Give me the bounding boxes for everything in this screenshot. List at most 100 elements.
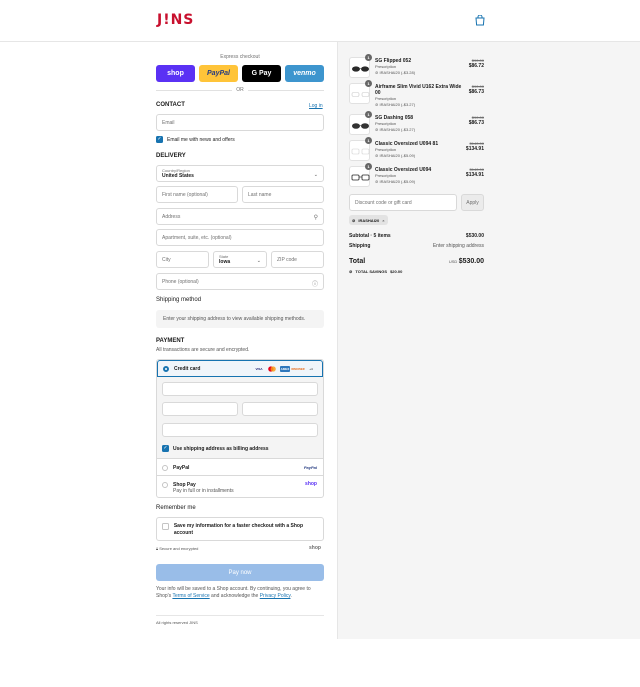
jins-logo[interactable]: J!NS [157, 12, 194, 28]
remember-label: Save my information for a faster checkou… [173, 523, 304, 536]
item-price-new: $134.91 [465, 146, 484, 152]
or-divider: OR [156, 86, 324, 94]
email-field[interactable]: Email [156, 114, 324, 131]
item-type: Prescription [375, 147, 397, 152]
phone-field[interactable]: Phone (optional) ⓘ [156, 273, 324, 290]
shop-pay-sub: Pay in full or in installments [173, 488, 234, 494]
pay-now-button[interactable]: Pay now [156, 564, 324, 581]
total-row: Total USD $530.00 [349, 258, 484, 265]
savings-value: $20.00 [390, 269, 403, 274]
tag-icon: ⊘ [375, 70, 379, 75]
state-select[interactable]: State Iowa ⌄ [213, 251, 267, 268]
security-code-field[interactable] [242, 402, 318, 416]
card-number-field[interactable] [162, 382, 318, 396]
google-pay-button[interactable]: G Pay [242, 65, 281, 82]
item-type: Prescription [375, 121, 397, 126]
credit-card-form: ✓ Use shipping address as billing addres… [157, 377, 323, 458]
shop-logo: shop [309, 545, 321, 551]
item-price: $90.00 $86.73 [469, 115, 484, 126]
shop-pay-option[interactable]: Shop Pay Pay in full or in installments … [157, 475, 323, 497]
expiration-field[interactable] [162, 402, 238, 416]
contact-title: CONTACT [156, 102, 185, 108]
help-icon[interactable]: ⓘ [312, 279, 318, 288]
address-field[interactable]: Address ⚲ [156, 208, 324, 225]
legal-text: Your info will be saved to a Shop accoun… [156, 586, 324, 600]
news-checkbox-row[interactable]: ✓ Email me with news and offers [156, 136, 235, 143]
privacy-link[interactable]: Privacy Policy [260, 593, 291, 599]
zip-field[interactable]: ZIP code [271, 251, 324, 268]
zip-placeholder: ZIP code [277, 256, 297, 263]
item-price: $140.00 $134.91 [466, 141, 484, 152]
item-discount-code: IRASHAI20 (-$3.27) [379, 127, 416, 132]
divider-line [247, 89, 324, 91]
credit-card-option[interactable]: Credit card VISA AMEX DISCOVER +4 [157, 360, 323, 377]
phone-placeholder: Phone (optional) [162, 278, 199, 285]
item-price: $90.00 $86.73 [469, 84, 484, 95]
tag-icon: ⊘ [375, 102, 379, 107]
radio-icon[interactable] [162, 482, 168, 488]
cart-item: 1 SG Dashing 058 Prescription ⊘ IRASHAI2… [349, 111, 484, 136]
paypal-button[interactable]: PayPal [199, 65, 238, 82]
paypal-option[interactable]: PayPal PayPal [157, 458, 323, 475]
item-discount: ⊘ IRASHAI20 (-$3.27) [375, 102, 415, 107]
more-cards-badge: +4 [309, 367, 313, 371]
item-discount-code: IRASHAI20 (-$3.28) [379, 70, 416, 75]
express-checkout-label: Express checkout [220, 54, 260, 60]
email-placeholder: Email [162, 119, 175, 126]
subtotal-value: $530.00 [465, 233, 484, 239]
name-on-card-field[interactable] [162, 423, 318, 437]
savings-label: TOTAL SAVINGS [355, 269, 388, 274]
item-price-new: $86.73 [468, 120, 484, 126]
apartment-field[interactable]: Apartment, suite, etc. (optional) [156, 229, 324, 246]
apply-button[interactable]: Apply [461, 194, 484, 211]
terms-link[interactable]: Terms of Service [172, 593, 209, 599]
remember-option[interactable]: Save my information for a faster checkou… [156, 517, 324, 541]
country-select[interactable]: Country/Region United States ⌄ [156, 165, 324, 182]
item-discount: ⊘ IRASHAI20 (-$3.28) [375, 70, 415, 75]
item-discount: ⊘ IRASHAI20 (-$3.27) [375, 127, 415, 132]
total-label: Total [349, 258, 366, 265]
tag-icon: ⊘ [349, 269, 353, 274]
item-type: Prescription [375, 64, 397, 69]
discount-code-input[interactable]: Discount code or gift card [349, 194, 457, 211]
city-placeholder: City [162, 256, 171, 263]
payment-options: Credit card VISA AMEX DISCOVER +4 ✓ Use … [156, 359, 324, 498]
mastercard-icon [267, 366, 277, 372]
radio-selected-icon[interactable] [163, 365, 169, 372]
remove-discount-icon[interactable]: × [382, 218, 384, 223]
paypal-logo: PayPal [303, 465, 317, 470]
address-placeholder: Address [162, 213, 181, 220]
card-logos: VISA AMEX DISCOVER +4 [254, 366, 316, 372]
bag-icon[interactable] [475, 15, 485, 26]
shipping-notice: Enter your shipping address to view avai… [156, 310, 324, 328]
radio-icon[interactable] [162, 465, 168, 471]
shipping-row: Shipping Enter shipping address [349, 243, 484, 249]
or-label: OR [236, 87, 244, 93]
checkbox-checked-icon[interactable]: ✓ [162, 445, 169, 452]
billing-label: Use shipping address as billing address [173, 445, 269, 452]
country-value: United States [162, 173, 194, 179]
header: J!NS [0, 0, 640, 42]
amex-icon: AMEX [280, 366, 290, 372]
city-field[interactable]: City [156, 251, 209, 268]
last-name-field[interactable]: Last name [242, 186, 324, 203]
discount-placeholder: Discount code or gift card [355, 199, 412, 206]
item-discount-code: IRASHAI20 (-$3.27) [379, 102, 416, 107]
checkbox-checked-icon[interactable]: ✓ [156, 136, 163, 143]
quantity-badge: 1 [365, 163, 372, 170]
login-link[interactable]: Log in [309, 103, 323, 109]
total-savings: ⊘ TOTAL SAVINGS $20.00 [349, 269, 402, 274]
shop-pay-button[interactable]: shop [156, 65, 195, 82]
venmo-button[interactable]: venmo [285, 65, 324, 82]
discount-chip: ⊘ IRASHAI20 × [349, 215, 388, 225]
item-price-new: $86.73 [468, 89, 484, 95]
credit-card-label: Credit card [174, 365, 201, 372]
checkbox-icon[interactable] [162, 523, 169, 530]
shipping-label: Shipping [349, 243, 371, 249]
legal-text-3: . [290, 593, 292, 599]
billing-checkbox-row[interactable]: ✓ Use shipping address as billing addres… [162, 445, 269, 452]
first-name-field[interactable]: First name (optional) [156, 186, 238, 203]
tag-icon: ⊘ [375, 179, 379, 184]
item-type: Prescription [375, 173, 397, 178]
chevron-down-icon: ⌄ [256, 258, 261, 264]
